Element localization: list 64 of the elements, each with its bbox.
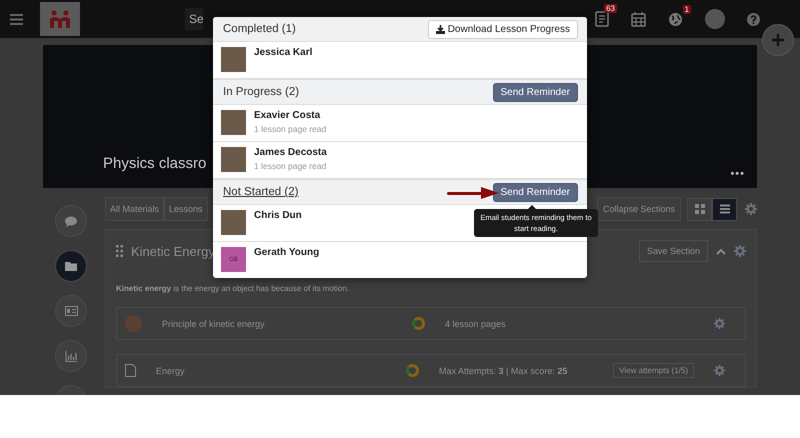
student-name: James Decosta [254, 147, 327, 158]
menu-icon[interactable] [10, 14, 23, 24]
user-avatar[interactable] [705, 9, 725, 29]
settings-icon[interactable] [745, 203, 757, 215]
sidebar-button[interactable] [55, 250, 87, 282]
student-name: Jessica Karl [254, 47, 312, 58]
chat-icon[interactable] [65, 216, 77, 226]
course-title: Physics classro [103, 155, 206, 172]
notification-badge: 1 [682, 4, 691, 14]
notes-icon[interactable] [595, 11, 609, 27]
send-reminder-button[interactable]: Send Reminder [492, 182, 578, 202]
group-heading: Completed (1) [223, 23, 296, 35]
list-view-icon [720, 204, 730, 214]
progress-donut-icon [412, 317, 425, 330]
document-icon [125, 364, 136, 377]
sidebar-button[interactable] [55, 340, 87, 372]
section-description: Kinetic energy is the energy an object has because of its motion. [116, 284, 350, 293]
send-reminder-button[interactable]: Send Reminder [492, 82, 578, 102]
help-icon[interactable] [747, 12, 760, 26]
collapse-sections-button[interactable]: Collapse Sections [596, 197, 681, 221]
settings-icon[interactable] [714, 365, 725, 376]
progress-note: 1 lesson page read [254, 161, 327, 171]
avatar-photo [221, 210, 246, 235]
folder-icon[interactable] [65, 261, 77, 271]
material-title[interactable]: Principle of kinetic energy [162, 318, 392, 328]
drag-handle-icon[interactable] [116, 245, 123, 257]
view-attempts-button[interactable]: View attempts (1/5) [613, 363, 694, 378]
progress-donut-icon [406, 364, 419, 377]
sidebar-button[interactable] [55, 295, 87, 327]
material-info: Max Attempts: 3 | Max score: 25 [439, 366, 568, 376]
progress-note: 1 lesson page read [254, 124, 326, 134]
avatar-photo [221, 47, 246, 72]
view-toggle-button[interactable] [687, 198, 712, 220]
notification-badge: 63 [604, 4, 617, 13]
download-button[interactable]: Download Lesson Progress [428, 20, 578, 38]
settings-icon[interactable] [714, 318, 725, 329]
filter-tab[interactable]: All Materials [105, 197, 164, 221]
material-title[interactable]: Energy [156, 366, 386, 376]
plus-icon[interactable] [772, 34, 784, 46]
app-logo[interactable] [40, 2, 80, 36]
thumbnail-image [125, 315, 142, 332]
calendar-icon[interactable] [631, 12, 646, 26]
download-icon [436, 24, 445, 34]
student-name: Chris Dun [254, 210, 302, 221]
grid-view-icon [694, 204, 704, 214]
view-toggle-button[interactable] [712, 198, 737, 220]
bar-chart-icon[interactable] [65, 350, 77, 362]
sidebar-button[interactable] [55, 205, 87, 237]
filter-tab[interactable]: Lessons [164, 197, 208, 221]
group-heading: In Progress (2) [223, 86, 300, 98]
id-card-icon[interactable] [64, 306, 78, 316]
group-heading[interactable]: Not Started (2) [223, 186, 298, 198]
student-name: Exavier Costa [254, 110, 322, 121]
student-name: Gerath Young [254, 247, 320, 258]
add-button[interactable] [762, 24, 794, 56]
chevron-up-icon[interactable] [716, 248, 726, 254]
save-section-button[interactable]: Save Section [638, 240, 708, 262]
material-info: 4 lesson pages [445, 318, 507, 328]
avatar-photo [221, 110, 246, 135]
avatar-photo [221, 147, 246, 172]
settings-icon[interactable] [734, 245, 746, 257]
search-field[interactable]: Se [185, 8, 203, 30]
more-button[interactable]: ••• [730, 168, 745, 180]
section-title: Kinetic Energy [131, 244, 215, 258]
